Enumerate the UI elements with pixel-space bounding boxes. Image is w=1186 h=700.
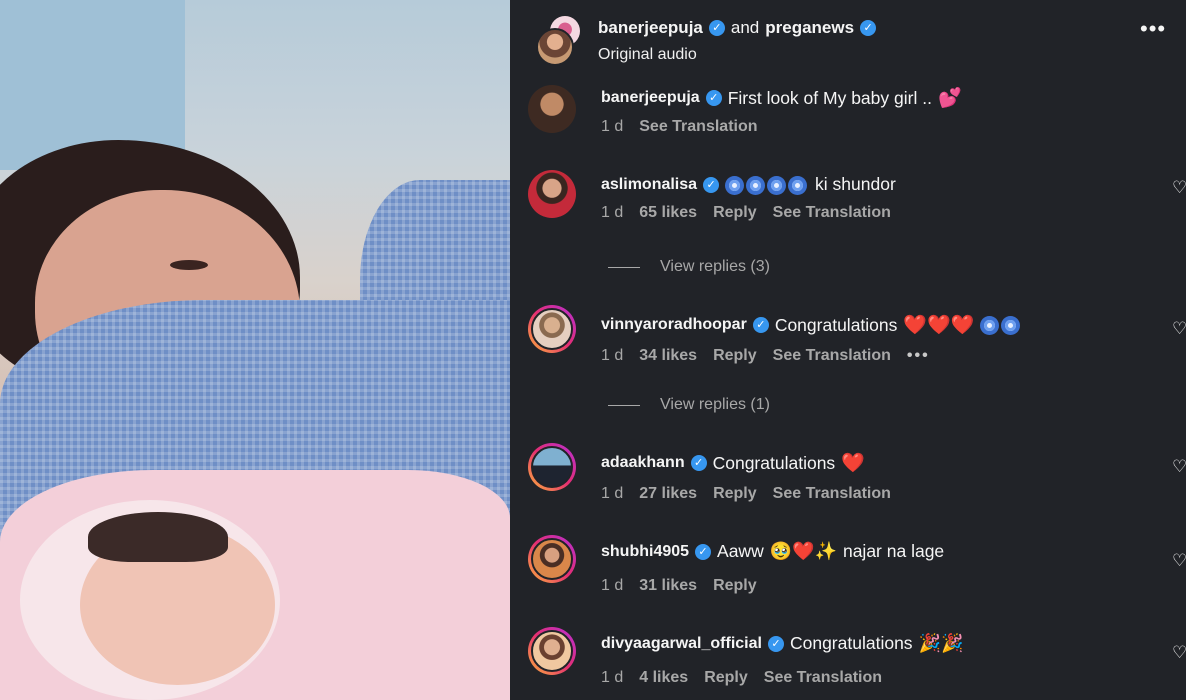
comment-time: 1 d xyxy=(601,669,624,686)
comment-username[interactable]: vinnyaroradhoopar xyxy=(601,316,747,334)
party-popper-icon: 🎉🎉 xyxy=(918,633,964,653)
avatar[interactable] xyxy=(528,627,576,675)
comment-meta: 1 d 65 likes Reply See Translation xyxy=(601,204,891,222)
reply-button[interactable]: Reply xyxy=(713,347,757,365)
comment-time: 1 d xyxy=(601,204,624,221)
audio-link[interactable]: Original audio xyxy=(598,46,697,64)
comment-text: Congratulations xyxy=(774,314,898,335)
verified-icon: ✓ xyxy=(695,543,712,560)
comment-time: 1 d xyxy=(601,118,624,135)
like-heart-icon[interactable]: ♡ xyxy=(1172,457,1186,477)
likes-count[interactable]: 34 likes xyxy=(639,347,697,365)
comment-body: aslimonalisa ✓ ki shundor xyxy=(601,174,896,195)
comment-meta: 1 d 34 likes Reply See Translation ••• xyxy=(601,347,930,365)
verified-icon: ✓ xyxy=(752,317,769,333)
and-text: and xyxy=(730,18,760,37)
see-translation-link[interactable]: See Translation xyxy=(773,347,891,365)
comment-body: divyaagarwal_official ✓ Congratulations … xyxy=(601,633,963,654)
comment-time: 1 d xyxy=(601,577,624,594)
photo-baby-hair xyxy=(88,512,228,562)
view-replies-label: View replies (3) xyxy=(660,258,770,275)
photo-eye xyxy=(170,260,208,270)
like-heart-icon[interactable]: ♡ xyxy=(1172,178,1186,198)
avatar[interactable] xyxy=(528,85,576,133)
see-translation-link[interactable]: See Translation xyxy=(773,204,891,222)
like-heart-icon[interactable]: ♡ xyxy=(1172,551,1186,571)
author-username[interactable]: banerjeepuja xyxy=(598,18,703,38)
reply-button[interactable]: Reply xyxy=(713,577,757,595)
see-translation-link[interactable]: See Translation xyxy=(764,669,882,687)
verified-icon: ✓ xyxy=(708,20,725,36)
reply-button[interactable]: Reply xyxy=(713,485,757,503)
comment-username[interactable]: aslimonalisa xyxy=(601,176,697,194)
likes-count[interactable]: 65 likes xyxy=(639,204,697,222)
comment-meta: 1 d 27 likes Reply See Translation xyxy=(601,485,891,503)
comment-username[interactable]: banerjeepuja xyxy=(601,89,700,107)
comment-meta: 1 d 31 likes Reply xyxy=(601,577,757,595)
comment-time: 1 d xyxy=(601,347,624,364)
comment-options-icon[interactable]: ••• xyxy=(907,347,930,365)
collab-username[interactable]: preganews xyxy=(765,18,854,38)
see-translation-link[interactable]: See Translation xyxy=(639,118,757,136)
avatar[interactable] xyxy=(528,305,576,353)
comment-body: adaakhann ✓ Congratulations ❤️ xyxy=(601,451,865,475)
verified-icon: ✓ xyxy=(690,455,707,471)
author-avatar[interactable] xyxy=(536,28,574,66)
hearts-emoji-icon: ❤️❤️❤️ xyxy=(903,315,975,336)
reply-button[interactable]: Reply xyxy=(704,669,748,687)
comment-text: First look of My baby girl .. xyxy=(727,87,932,108)
comment-username[interactable]: adaakhann xyxy=(601,454,685,472)
reply-button[interactable]: Reply xyxy=(713,204,757,222)
hearts-emoji-icon: 💕 xyxy=(937,88,962,109)
view-replies-button[interactable]: View replies (3) xyxy=(608,258,770,276)
nazar-emoji-icon xyxy=(980,315,1022,336)
comment-text: Congratulations xyxy=(789,633,913,653)
comment-text-before: Aaww xyxy=(717,541,764,561)
view-replies-label: View replies (1) xyxy=(660,396,770,413)
comment-text: ki shundor xyxy=(815,174,896,194)
comment-text: Congratulations xyxy=(712,452,836,473)
avatar[interactable] xyxy=(528,170,576,218)
like-heart-icon[interactable]: ♡ xyxy=(1172,643,1186,663)
divider-line xyxy=(608,404,640,406)
emoji-icon: 🥹❤️✨ xyxy=(769,541,837,561)
likes-count[interactable]: 27 likes xyxy=(639,485,697,503)
verified-icon: ✓ xyxy=(860,20,877,36)
avatar[interactable] xyxy=(528,535,576,583)
comment-body: shubhi4905 ✓ Aaww 🥹❤️✨ najar na lage xyxy=(601,541,944,562)
verified-icon: ✓ xyxy=(767,635,784,652)
nazar-emoji-icon xyxy=(725,174,809,195)
heart-emoji-icon: ❤️ xyxy=(841,453,865,474)
comment-meta: 1 d See Translation xyxy=(601,118,758,136)
comments-panel: banerjeepuja ✓ and preganews ✓ Original … xyxy=(510,0,1186,700)
comment-username[interactable]: shubhi4905 xyxy=(601,543,689,561)
view-replies-button[interactable]: View replies (1) xyxy=(608,396,770,414)
comment-meta: 1 d 4 likes Reply See Translation xyxy=(601,669,882,687)
like-heart-icon[interactable]: ♡ xyxy=(1172,319,1186,339)
likes-count[interactable]: 4 likes xyxy=(639,669,688,687)
comment-body: vinnyaroradhoopar ✓ Congratulations ❤️❤️… xyxy=(601,313,1022,337)
post-header: banerjeepuja ✓ and preganews ✓ Original … xyxy=(528,16,1168,70)
verified-icon: ✓ xyxy=(705,90,722,106)
avatar[interactable] xyxy=(528,443,576,491)
divider-line xyxy=(608,266,640,268)
post-authors: banerjeepuja ✓ and preganews ✓ xyxy=(598,18,877,38)
comment-body: banerjeepuja ✓ First look of My baby gir… xyxy=(601,86,962,110)
comment-username[interactable]: divyaagarwal_official xyxy=(601,635,762,653)
post-photo[interactable] xyxy=(0,0,510,700)
verified-icon: ✓ xyxy=(703,176,720,193)
likes-count[interactable]: 31 likes xyxy=(639,577,697,595)
see-translation-link[interactable]: See Translation xyxy=(773,485,891,503)
comment-text: najar na lage xyxy=(842,541,945,561)
comment-time: 1 d xyxy=(601,485,624,502)
more-options-icon[interactable]: ••• xyxy=(1140,18,1166,40)
